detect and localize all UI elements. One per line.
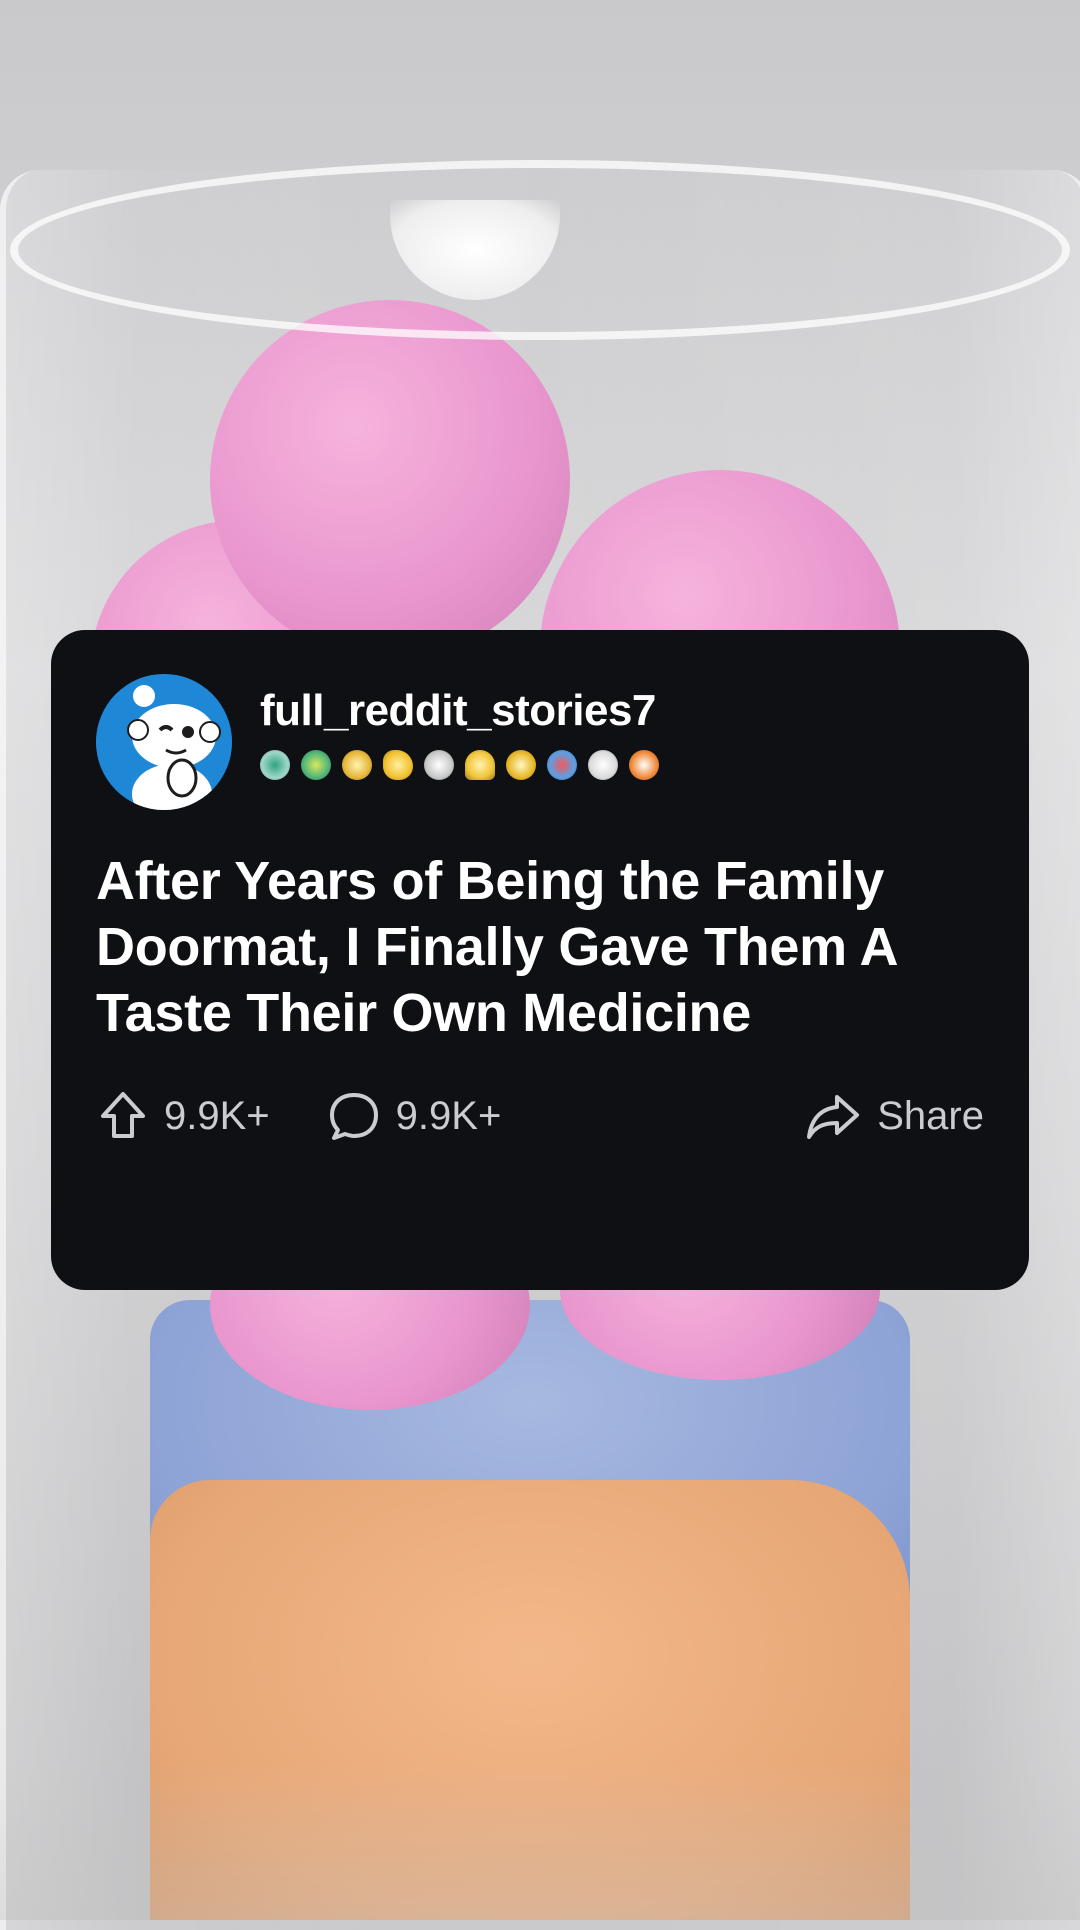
gold-pyramid-icon bbox=[465, 750, 495, 780]
comments-button[interactable]: 9.9K+ bbox=[326, 1089, 502, 1143]
post-actions-bar: 9.9K+ 9.9K+ Share bbox=[96, 1086, 984, 1146]
share-label: Share bbox=[877, 1093, 984, 1138]
rocket-like-icon bbox=[629, 750, 659, 780]
plus-one-icon bbox=[547, 750, 577, 780]
upvote-arrow-icon bbox=[101, 1092, 145, 1138]
upvote-button[interactable]: 9.9K+ bbox=[96, 1089, 270, 1143]
comment-count: 9.9K+ bbox=[395, 1093, 502, 1138]
silver-medal-icon bbox=[260, 750, 290, 780]
reddit-post-card: full_reddit_stories7 After Years of Bein… bbox=[51, 630, 1029, 1290]
user-block: full_reddit_stories7 bbox=[260, 686, 659, 780]
comment-bubble-icon bbox=[329, 1093, 378, 1140]
trophy-icon bbox=[506, 750, 536, 780]
award-badges bbox=[260, 750, 659, 780]
handshake-icon bbox=[424, 750, 454, 780]
banana-icon bbox=[383, 750, 413, 780]
clapping-hands-icon bbox=[588, 750, 618, 780]
snoo-avatar-icon bbox=[96, 674, 232, 810]
pink-ball bbox=[210, 300, 570, 660]
share-button[interactable]: Share bbox=[803, 1089, 984, 1143]
clover-icon bbox=[301, 750, 331, 780]
glass-base bbox=[0, 1760, 1080, 1920]
share-arrow-icon bbox=[807, 1095, 860, 1139]
star-badge-icon bbox=[342, 750, 372, 780]
avatar[interactable] bbox=[96, 674, 232, 810]
upvote-count: 9.9K+ bbox=[164, 1093, 270, 1138]
post-title[interactable]: After Years of Being the Family Doormat,… bbox=[96, 848, 996, 1046]
post-header: full_reddit_stories7 bbox=[96, 674, 984, 810]
username[interactable]: full_reddit_stories7 bbox=[260, 686, 659, 736]
